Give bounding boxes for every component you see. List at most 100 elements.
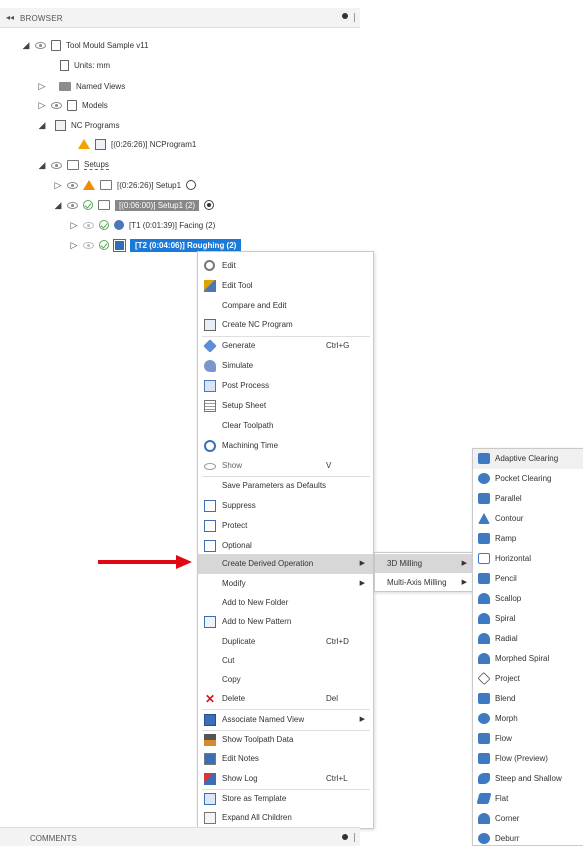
tree-item-units[interactable]: Units: mm (60, 56, 110, 74)
pin-icon[interactable] (342, 13, 348, 19)
menu-item-create-nc-program[interactable]: Create NC Program (198, 315, 373, 335)
collapse-panel-icon[interactable]: ◂◂ (6, 13, 14, 22)
menu-item-edit-notes[interactable]: Edit Notes (198, 749, 373, 769)
checkbox-icon[interactable] (204, 540, 216, 552)
pin-icon[interactable] (342, 834, 348, 840)
collapsed-triangle-icon[interactable]: ▷ (70, 240, 78, 251)
op-flow-preview[interactable]: Flow (Preview) (473, 749, 583, 769)
op-adaptive-clearing[interactable]: Adaptive Clearing (473, 449, 583, 469)
expanded-triangle-icon[interactable]: ◢ (38, 120, 46, 131)
tree-item-named-views[interactable]: ▷ Named Views (38, 77, 125, 95)
active-radio-icon[interactable] (204, 200, 215, 210)
op-scallop[interactable]: Scallop (473, 589, 583, 609)
menu-item-setup-sheet[interactable]: Setup Sheet (198, 396, 373, 416)
tree-item-models[interactable]: ▷ Models (38, 96, 108, 114)
menu-item-label: Machining Time (222, 441, 279, 450)
op-steep-and-shallow[interactable]: Steep and Shallow (473, 769, 583, 789)
menu-item-show-log[interactable]: Show Log Ctrl+L (198, 769, 373, 789)
menu-item-delete[interactable]: ✕ Delete Del (198, 689, 373, 709)
op-contour[interactable]: Contour (473, 509, 583, 529)
valid-check-icon (99, 220, 109, 230)
activate-radio-icon[interactable] (186, 180, 197, 190)
menu-item-store-as-template[interactable]: Store as Template (198, 789, 373, 809)
menu-item-expand-all-children[interactable]: Expand All Children (198, 808, 373, 828)
op-deburr[interactable]: Deburr (473, 829, 583, 846)
shortcut-label: Ctrl+L (326, 774, 348, 783)
checkbox-icon[interactable] (204, 520, 216, 532)
spiral-icon (478, 613, 490, 624)
op-project[interactable]: Project (473, 669, 583, 689)
visibility-eye-icon[interactable] (51, 101, 62, 109)
menu-item-show-toolpath-data[interactable]: Show Toolpath Data (198, 730, 373, 750)
resize-grip-icon[interactable] (354, 833, 356, 842)
op-flat[interactable]: Flat (473, 789, 583, 809)
menu-item-machining-time[interactable]: Machining Time (198, 436, 373, 456)
menu-item-edit[interactable]: Edit (198, 256, 373, 276)
menu-item-save-parameters[interactable]: Save Parameters as Defaults (198, 476, 373, 496)
op-morph[interactable]: Morph (473, 709, 583, 729)
tree-item-facing[interactable]: ▷ [T1 (0:01:39)] Facing (2) (70, 216, 215, 234)
tree-item-root[interactable]: ◢ Tool Mould Sample v11 (22, 36, 149, 54)
op-pencil[interactable]: Pencil (473, 569, 583, 589)
op-blend[interactable]: Blend (473, 689, 583, 709)
visibility-eye-icon[interactable] (51, 161, 62, 169)
visibility-eye-icon[interactable] (67, 201, 78, 209)
op-radial[interactable]: Radial (473, 629, 583, 649)
menu-item-label: Associate Named View (222, 715, 305, 724)
op-ramp[interactable]: Ramp (473, 529, 583, 549)
tree-item-nc-programs[interactable]: ◢ NC Programs (38, 116, 119, 134)
op-horizontal[interactable]: Horizontal (473, 549, 583, 569)
menu-item-edit-tool[interactable]: Edit Tool (198, 276, 373, 296)
menu-item-compare-and-edit[interactable]: Compare and Edit (198, 296, 373, 316)
op-pocket-clearing[interactable]: Pocket Clearing (473, 469, 583, 489)
op-spiral[interactable]: Spiral (473, 609, 583, 629)
tree-item-setups[interactable]: ◢ Setups (38, 156, 109, 174)
flow-icon (478, 733, 490, 744)
tree-item-ncprogram1[interactable]: [(0:26:26)] NCProgram1 (78, 135, 196, 153)
expanded-triangle-icon[interactable]: ◢ (38, 160, 46, 171)
submenu-item-3d-milling[interactable]: 3D Milling ▶ (375, 554, 473, 573)
menu-item-add-to-new-pattern[interactable]: Add to New Pattern (198, 612, 373, 632)
menu-item-clear-toolpath[interactable]: Clear Toolpath (198, 416, 373, 436)
menu-item-generate[interactable]: Generate Ctrl+G (198, 336, 373, 356)
comments-panel-header[interactable]: COMMENTS (0, 827, 360, 846)
menu-item-label: Save Parameters as Defaults (222, 481, 327, 490)
tree-item-setup1-2[interactable]: ◢ [(0:06:00)] Setup1 (2) (54, 196, 215, 214)
checkbox-icon[interactable] (204, 500, 216, 512)
menu-item-copy[interactable]: Copy (198, 670, 373, 690)
visibility-eye-icon[interactable] (35, 41, 46, 49)
menu-item-protect[interactable]: Protect (198, 516, 373, 536)
collapsed-triangle-icon[interactable]: ▷ (38, 100, 46, 111)
op-flow[interactable]: Flow (473, 729, 583, 749)
visibility-eye-icon[interactable] (67, 181, 78, 189)
menu-item-associate-named-view[interactable]: Associate Named View ▶ (198, 710, 373, 730)
collapsed-triangle-icon[interactable]: ▷ (38, 81, 46, 92)
menu-item-modify[interactable]: Modify ▶ (198, 574, 373, 594)
menu-item-post-process[interactable]: Post Process (198, 376, 373, 396)
menu-item-label: Flow (495, 734, 512, 743)
menu-item-label: Flow (Preview) (495, 754, 548, 763)
menu-item-optional[interactable]: Optional (198, 536, 373, 556)
menu-item-suppress[interactable]: Suppress (198, 496, 373, 516)
menu-item-add-to-new-folder[interactable]: Add to New Folder (198, 593, 373, 613)
op-parallel[interactable]: Parallel (473, 489, 583, 509)
menu-item-create-derived-operation[interactable]: Create Derived Operation ▶ (198, 554, 373, 574)
op-morphed-spiral[interactable]: Morphed Spiral (473, 649, 583, 669)
visibility-eye-icon[interactable] (83, 241, 94, 249)
valid-check-icon (99, 240, 109, 250)
op-corner[interactable]: Corner (473, 809, 583, 829)
tree-item-label: [(0:26:26)] Setup1 (117, 180, 182, 190)
resize-grip-icon[interactable] (354, 13, 356, 22)
tree-item-setup1[interactable]: ▷ [(0:26:26)] Setup1 (54, 176, 197, 194)
submenu-item-multi-axis-milling[interactable]: Multi-Axis Milling ▶ (375, 573, 473, 592)
menu-item-show[interactable]: Show V (198, 456, 373, 476)
menu-item-duplicate[interactable]: Duplicate Ctrl+D (198, 632, 373, 652)
expanded-triangle-icon[interactable]: ◢ (54, 200, 62, 211)
submenu-derived-operation: 3D Milling ▶ Multi-Axis Milling ▶ (374, 552, 474, 592)
collapsed-triangle-icon[interactable]: ▷ (54, 180, 62, 191)
expanded-triangle-icon[interactable]: ◢ (22, 40, 30, 51)
menu-item-cut[interactable]: Cut (198, 651, 373, 671)
menu-item-simulate[interactable]: Simulate (198, 356, 373, 376)
collapsed-triangle-icon[interactable]: ▷ (70, 220, 78, 231)
visibility-eye-icon[interactable] (83, 221, 94, 229)
